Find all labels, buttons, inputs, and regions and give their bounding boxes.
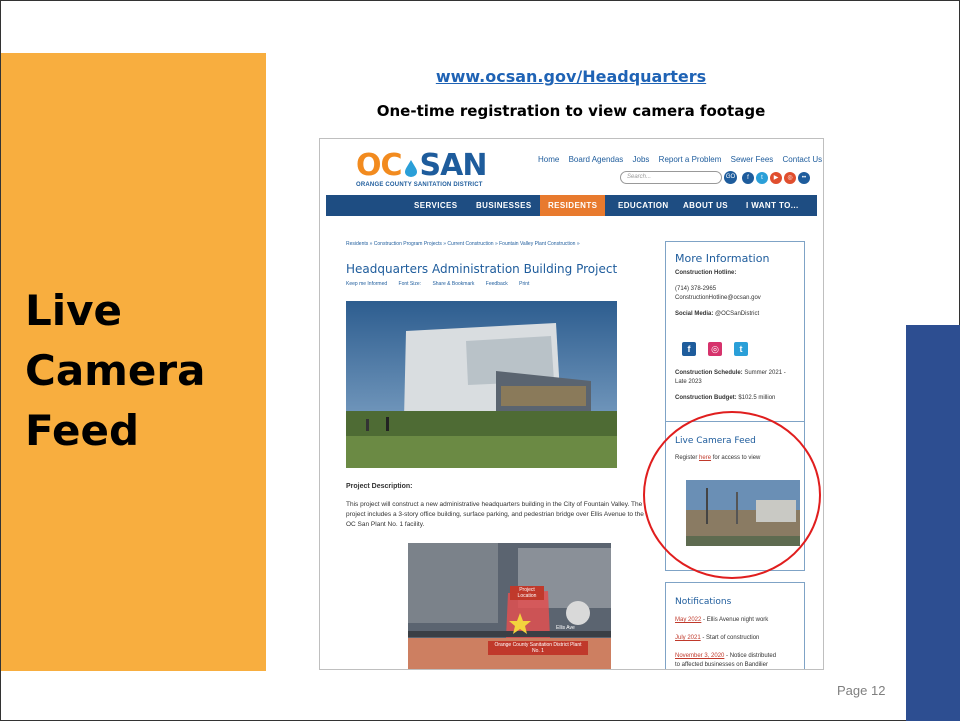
nav-businesses[interactable]: BUSINESSES <box>476 195 532 216</box>
more-info-title: More Information <box>675 252 770 265</box>
tool-feedback[interactable]: Feedback <box>486 281 508 287</box>
instagram-icon[interactable]: ◎ <box>784 172 796 184</box>
notification-text-3: - Notice distributed <box>726 653 777 659</box>
hotline-email[interactable]: ConstructionHotline@ocsan.gov <box>675 295 761 301</box>
notification-date-3[interactable]: November 3, 2020 <box>675 653 724 659</box>
page-title: Headquarters Administration Building Pro… <box>346 262 618 276</box>
drop-icon <box>404 160 417 177</box>
go-button[interactable]: GO <box>724 171 737 184</box>
twitter-icon[interactable]: t <box>734 342 748 356</box>
breadcrumb[interactable]: Residents » Construction Program Project… <box>346 241 580 247</box>
budget-label: Construction Budget: <box>675 395 737 401</box>
aerial-map: Project Location Ellis Ave Orange County… <box>408 543 611 669</box>
social-label: Social Media: <box>675 311 714 317</box>
map-plant-label: Orange County Sanitation District Plant … <box>488 641 588 655</box>
map-project-label: Project Location <box>510 586 544 600</box>
blue-accent-bar <box>906 325 960 721</box>
schedule-value: Summer 2021 - <box>744 370 786 376</box>
title-line-3: Feed <box>25 406 140 455</box>
tool-print[interactable]: Print <box>519 281 529 287</box>
budget-value: $102.5 million <box>738 395 776 401</box>
project-description-label: Project Description: <box>346 483 413 490</box>
nav-services[interactable]: SERVICES <box>414 195 458 216</box>
flickr-icon[interactable]: •• <box>798 172 810 184</box>
hotline-label: Construction Hotline: <box>675 270 737 276</box>
top-link-jobs[interactable]: Jobs <box>633 155 650 164</box>
slide-title: Live Camera Feed <box>25 281 255 461</box>
logo-oc: OC <box>356 148 403 183</box>
top-link-contact[interactable]: Contact Us <box>783 155 823 164</box>
title-line-1: Live <box>25 286 123 335</box>
schedule-label: Construction Schedule: <box>675 370 743 376</box>
notification-continued: to affected businesses on Bandilier <box>675 662 768 668</box>
site-header: OC SAN ORANGE COUNTY SANITATION DISTRICT … <box>320 139 823 194</box>
top-link-sewer-fees[interactable]: Sewer Fees <box>731 155 774 164</box>
main-nav: SERVICES BUSINESSES RESIDENTS EDUCATION … <box>326 195 817 216</box>
building-rendering-image <box>346 301 617 468</box>
social-handle: @OCSanDistrict <box>715 311 760 317</box>
youtube-icon[interactable]: ▶ <box>770 172 782 184</box>
notifications-panel: Notifications May 2022 - Ellis Avenue ni… <box>665 582 805 669</box>
ocsan-logo: OC SAN <box>356 148 488 183</box>
nav-residents[interactable]: RESIDENTS <box>540 195 606 216</box>
notification-text-1: - Ellis Avenue night work <box>703 617 769 623</box>
more-info-panel: More Information Construction Hotline: (… <box>665 241 805 429</box>
nav-education[interactable]: EDUCATION <box>618 195 669 216</box>
facebook-icon[interactable]: f <box>682 342 696 356</box>
tool-keep-informed[interactable]: Keep me Informed <box>346 281 387 287</box>
logo-san: SAN <box>419 148 488 183</box>
top-link-board-agendas[interactable]: Board Agendas <box>569 155 624 164</box>
schedule-value-2: Late 2023 <box>675 379 702 385</box>
website-screenshot: OC SAN ORANGE COUNTY SANITATION DISTRICT … <box>319 138 824 670</box>
orange-side-panel: Live Camera Feed <box>1 53 266 671</box>
notifications-title: Notifications <box>675 597 732 607</box>
page-tools: Keep me Informed Font Size: Share & Book… <box>346 281 539 287</box>
highlight-circle <box>643 411 821 579</box>
tool-share[interactable]: Share & Bookmark <box>432 281 474 287</box>
nav-i-want-to[interactable]: I WANT TO... <box>746 195 799 216</box>
tool-font-size[interactable]: Font Size: <box>399 281 422 287</box>
page-number: Page 12 <box>837 683 886 698</box>
search-input[interactable]: Search... <box>620 171 722 184</box>
notification-text-2: - Start of construction <box>702 635 760 641</box>
nav-about-us[interactable]: ABOUT US <box>683 195 728 216</box>
hotline-phone: (714) 378-2965 <box>675 286 717 292</box>
subtitle: One-time registration to view camera foo… <box>376 102 766 120</box>
url-link[interactable]: www.ocsan.gov/Headquarters <box>321 67 821 86</box>
facebook-icon[interactable]: f <box>742 172 754 184</box>
top-link-report[interactable]: Report a Problem <box>659 155 722 164</box>
top-link-home[interactable]: Home <box>538 155 559 164</box>
project-description: This project will construct a new admini… <box>346 501 644 528</box>
map-street-label: Ellis Ave <box>556 625 575 631</box>
notification-date-1[interactable]: May 2022 <box>675 617 701 623</box>
instagram-icon[interactable]: ◎ <box>708 342 722 356</box>
slide: Live Camera Feed www.ocsan.gov/Headquart… <box>0 0 960 721</box>
top-links: Home Board Agendas Jobs Report a Problem… <box>538 155 823 164</box>
twitter-icon[interactable]: t <box>756 172 768 184</box>
notification-date-2[interactable]: July 2021 <box>675 635 701 641</box>
logo-subtitle: ORANGE COUNTY SANITATION DISTRICT <box>356 182 483 188</box>
title-line-2: Camera <box>25 346 206 395</box>
